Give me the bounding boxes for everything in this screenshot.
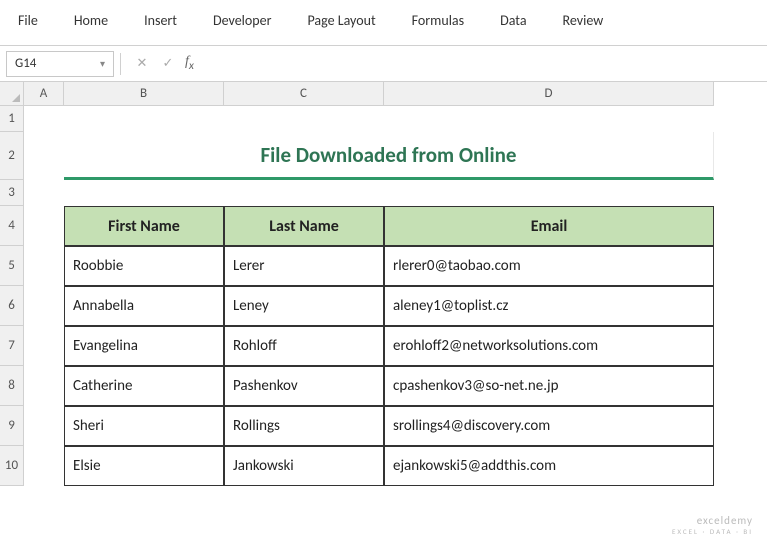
table-cell[interactable]: Leney — [224, 286, 384, 326]
table-cell[interactable]: Jankowski — [224, 446, 384, 486]
ribbon-tab-insert[interactable]: Insert — [126, 6, 195, 35]
table-cell[interactable]: Rohloff — [224, 326, 384, 366]
row-header[interactable]: 10 — [0, 446, 24, 486]
cancel-icon[interactable]: ✕ — [131, 53, 153, 75]
watermark: exceldemy EXCEL · DATA · BI — [672, 514, 753, 536]
table-cell[interactable]: Sheri — [64, 406, 224, 446]
ribbon-tab-data[interactable]: Data — [482, 6, 544, 35]
title-cell[interactable]: File Downloaded from Online — [64, 132, 714, 180]
fx-icon[interactable]: fx — [185, 54, 194, 73]
select-all-corner[interactable] — [0, 82, 24, 106]
ribbon-tab-developer[interactable]: Developer — [195, 6, 289, 35]
ribbon-tab-page-layout[interactable]: Page Layout — [289, 6, 393, 35]
row-header[interactable]: 8 — [0, 366, 24, 406]
enter-icon[interactable]: ✓ — [157, 53, 179, 75]
name-box-value: G14 — [15, 56, 36, 71]
formula-input[interactable] — [204, 51, 761, 77]
column-header[interactable]: A — [24, 82, 64, 106]
column-header[interactable]: C — [224, 82, 384, 106]
watermark-sub: EXCEL · DATA · BI — [672, 528, 753, 536]
table-cell[interactable]: erohloff2@networksolutions.com — [384, 326, 714, 366]
table-cell[interactable]: ejankowski5@addthis.com — [384, 446, 714, 486]
row-header[interactable]: 9 — [0, 406, 24, 446]
ribbon-tab-review[interactable]: Review — [545, 6, 622, 35]
spreadsheet-grid[interactable]: ABCD 12345678910 File Downloaded from On… — [0, 82, 767, 542]
table-cell[interactable]: cpashenkov3@so-net.ne.jp — [384, 366, 714, 406]
table-cell[interactable]: aleney1@toplist.cz — [384, 286, 714, 326]
row-header[interactable]: 7 — [0, 326, 24, 366]
row-header[interactable]: 1 — [0, 106, 24, 132]
table-cell[interactable]: Catherine — [64, 366, 224, 406]
table-cell[interactable]: Elsie — [64, 446, 224, 486]
table-cell[interactable]: Rollings — [224, 406, 384, 446]
ribbon-tab-formulas[interactable]: Formulas — [394, 6, 482, 35]
table-cell[interactable]: srollings4@discovery.com — [384, 406, 714, 446]
separator — [120, 53, 121, 75]
table-header[interactable]: Email — [384, 206, 714, 246]
row-headers: 12345678910 — [0, 106, 24, 486]
ribbon-tabs: FileHomeInsertDeveloperPage LayoutFormul… — [0, 0, 767, 46]
row-header[interactable]: 2 — [0, 132, 24, 180]
table-cell[interactable]: Pashenkov — [224, 366, 384, 406]
table-header[interactable]: First Name — [64, 206, 224, 246]
row-header[interactable]: 5 — [0, 246, 24, 286]
watermark-brand: exceldemy — [672, 514, 753, 527]
table-cell[interactable]: Lerer — [224, 246, 384, 286]
row-header[interactable]: 6 — [0, 286, 24, 326]
column-header[interactable]: B — [64, 82, 224, 106]
table-header[interactable]: Last Name — [224, 206, 384, 246]
table-cell[interactable]: Evangelina — [64, 326, 224, 366]
column-header[interactable]: D — [384, 82, 714, 106]
chevron-down-icon: ▾ — [100, 57, 105, 70]
table-cell[interactable]: Annabella — [64, 286, 224, 326]
ribbon-tab-file[interactable]: File — [0, 6, 56, 35]
formula-bar: G14 ▾ ✕ ✓ fx — [0, 46, 767, 82]
name-box[interactable]: G14 ▾ — [6, 51, 114, 77]
ribbon-tab-home[interactable]: Home — [56, 6, 126, 35]
table-cell[interactable]: Roobbie — [64, 246, 224, 286]
column-headers: ABCD — [24, 82, 714, 106]
table-cell[interactable]: rlerer0@taobao.com — [384, 246, 714, 286]
row-header[interactable]: 4 — [0, 206, 24, 246]
row-header[interactable]: 3 — [0, 180, 24, 206]
